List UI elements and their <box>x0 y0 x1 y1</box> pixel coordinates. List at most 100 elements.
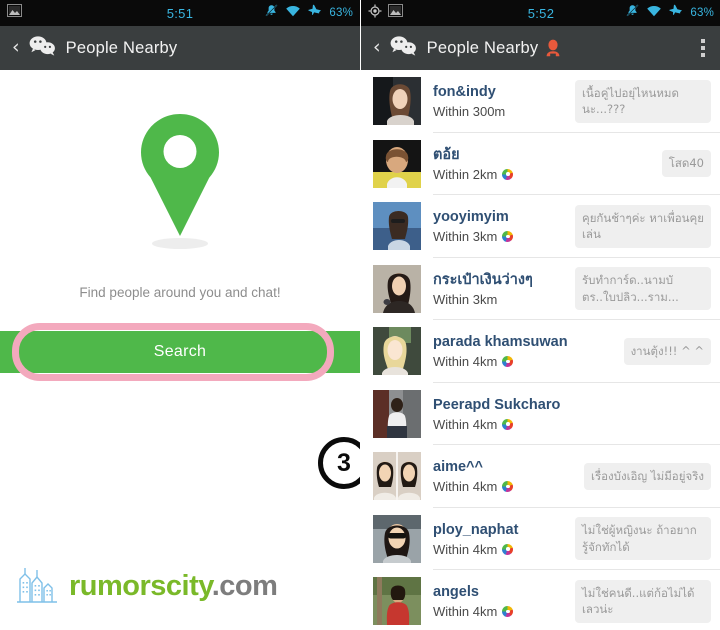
map-pin-icon <box>132 112 228 245</box>
annotation-step-badge: 3 <box>318 437 360 489</box>
left-battery-percent: 63% <box>329 7 353 19</box>
page-title: People Nearby <box>65 38 178 57</box>
empty-state-illustration <box>0 112 360 249</box>
person-signature: เรื่องบังเอิญ ไม่มีอยู่จริง <box>584 462 711 490</box>
person-distance: Within 2km <box>433 166 498 182</box>
avatar[interactable] <box>373 389 421 438</box>
person-distance: Within 4km <box>433 354 498 370</box>
wechat-logo-icon <box>28 35 58 62</box>
person-distance-line: Within 2km <box>433 167 662 182</box>
person-signature: โสด40 <box>661 150 711 178</box>
person-name: กระเป๋าเงินว่างๆ <box>433 271 533 288</box>
search-button-area: Search <box>0 323 360 381</box>
city-skyline-icon <box>14 563 60 610</box>
list-item[interactable]: parada khamsuwan Within 4km งานตุ้ง!!! ^… <box>361 320 720 383</box>
people-nearby-list[interactable]: fon&indy Within 300m เนื้อคู่ไปอยุ่ไหนหม… <box>361 70 720 630</box>
person-distance-line: Within 4km <box>433 604 575 619</box>
person-distance: Within 300m <box>433 104 506 120</box>
list-item[interactable]: ตอ้ย Within 2km โสด40 <box>361 133 720 196</box>
left-status-right-icons: 63% <box>265 4 353 22</box>
right-status-bar: 5:52 63% <box>361 0 720 26</box>
avatar[interactable] <box>373 577 421 626</box>
list-item[interactable]: fon&indy Within 300m เนื้อคู่ไปอยุ่ไหนหม… <box>361 70 720 133</box>
annotation-step-number: 3 <box>337 448 351 477</box>
sights-icon <box>502 356 514 368</box>
person-meta: angels Within 4km <box>433 583 575 619</box>
person-signature: รับทำการ์ด..นามบั ตร..ใบปลิว...ราม... <box>575 267 711 311</box>
list-item[interactable]: yooyimyim Within 3km คุยกันช้าๆค่ะ หาเพื… <box>361 195 720 258</box>
left-status-left-icons <box>7 4 22 22</box>
sights-icon <box>502 606 514 618</box>
person-name: ตอ้ย <box>433 146 460 163</box>
person-name: aime^^ <box>433 459 483 476</box>
person-meta: ตอ้ย Within 2km <box>433 146 662 182</box>
right-status-right-icons: 63% <box>626 4 714 22</box>
list-item[interactable]: aime^^ Within 4km เรื่องบังเอิญ ไม่มีอยู… <box>361 445 720 508</box>
person-meta: กระเป๋าเงินว่างๆ Within 3km <box>433 271 575 307</box>
right-status-left-icons <box>368 4 403 23</box>
sights-icon <box>502 231 514 243</box>
left-action-bar: ‹ People Nearby <box>0 26 360 70</box>
left-content-area: Find people around you and chat! Search … <box>0 70 360 630</box>
page-title: People Nearby <box>426 38 539 57</box>
person-signature: งานตุ้ง!!! ^ ^ <box>623 337 711 365</box>
watermark-name: rumorscity <box>69 570 212 602</box>
annotation-highlight-ring <box>12 323 334 381</box>
person-distance-line: Within 4km <box>433 479 584 494</box>
person-meta: Peerapd Sukcharo Within 4km <box>433 396 711 432</box>
avatar[interactable] <box>373 514 421 563</box>
person-distance: Within 4km <box>433 479 498 495</box>
person-meta: fon&indy Within 300m <box>433 83 575 119</box>
left-status-bar: 5:51 63% <box>0 0 360 26</box>
wifi-icon <box>285 4 301 22</box>
person-distance-line: Within 3km <box>433 229 575 244</box>
right-battery-percent: 63% <box>690 7 714 19</box>
left-phone-screen: 5:51 63% ‹ People Nearby Find people aro… <box>0 0 360 630</box>
right-action-bar: ‹ People Nearby <box>361 26 720 70</box>
wifi-icon <box>646 4 662 22</box>
mute-bell-icon <box>626 4 639 22</box>
sights-icon <box>502 168 514 180</box>
person-meta: yooyimyim Within 3km <box>433 208 575 244</box>
person-name: yooyimyim <box>433 209 509 226</box>
avatar[interactable] <box>373 202 421 251</box>
gps-location-icon <box>368 4 382 23</box>
sights-icon <box>502 543 514 555</box>
avatar[interactable] <box>373 264 421 313</box>
person-distance: Within 3km <box>433 229 498 245</box>
watermark: rumorscity.com <box>14 563 278 610</box>
back-button[interactable]: ‹ <box>371 37 387 59</box>
list-item[interactable]: angels Within 4km ไม่ใช่คนดี..แต่ก้อไม่ไ… <box>361 570 720 630</box>
right-phone-screen: 5:52 63% ‹ People Nearby fon&indy Within… <box>360 0 720 630</box>
avatar[interactable] <box>373 77 421 126</box>
person-signature: ไม่ใช่ผู้หญิงนะ ถ้าอยากรู้จักทักได้ <box>575 517 711 561</box>
person-distance: Within 4km <box>433 604 498 620</box>
person-meta: aime^^ Within 4km <box>433 458 584 494</box>
list-item[interactable]: ploy_naphat Within 4km ไม่ใช่ผู้หญิงนะ ถ… <box>361 508 720 571</box>
avatar[interactable] <box>373 139 421 188</box>
person-distance-line: Within 4km <box>433 354 624 369</box>
back-button[interactable]: ‹ <box>10 37 26 59</box>
airplane-mode-icon <box>308 4 322 22</box>
empty-state-hint: Find people around you and chat! <box>79 285 281 300</box>
person-distance-line: Within 300m <box>433 104 575 119</box>
list-item[interactable]: Peerapd Sukcharo Within 4km <box>361 383 720 446</box>
airplane-mode-icon <box>669 4 683 22</box>
gallery-icon <box>388 4 403 22</box>
person-name: fon&indy <box>433 84 496 101</box>
avatar[interactable] <box>373 327 421 376</box>
person-name: parada khamsuwan <box>433 334 568 351</box>
person-distance: Within 4km <box>433 541 498 557</box>
person-name: Peerapd Sukcharo <box>433 396 561 413</box>
list-item[interactable]: กระเป๋าเงินว่างๆ Within 3km รับทำการ์ด..… <box>361 258 720 321</box>
person-signature: คุยกันช้าๆค่ะ หาเพื่อนคุยเล่น <box>575 204 711 248</box>
person-distance: Within 4km <box>433 416 498 432</box>
person-filter-icon[interactable] <box>545 39 561 57</box>
overflow-menu-icon[interactable] <box>695 35 711 61</box>
person-meta: parada khamsuwan Within 4km <box>433 333 624 369</box>
person-distance-line: Within 3km <box>433 292 575 307</box>
person-distance: Within 3km <box>433 291 498 307</box>
watermark-tld: .com <box>211 570 278 602</box>
person-signature: ไม่ใช่คนดี..แต่ก้อไม่ได้เลวน่ะ <box>575 579 711 623</box>
avatar[interactable] <box>373 452 421 501</box>
